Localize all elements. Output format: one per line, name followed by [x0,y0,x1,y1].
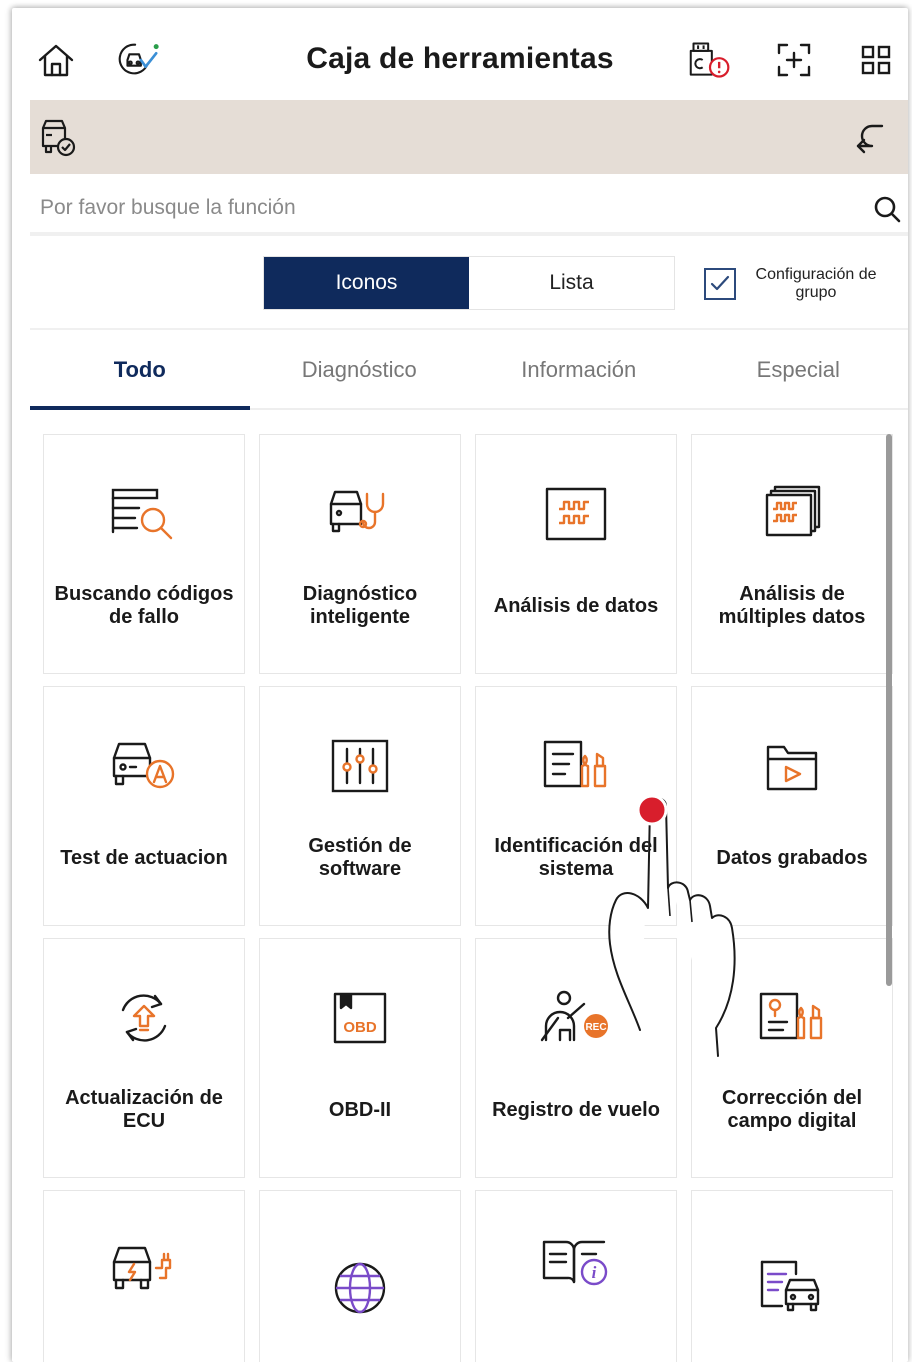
tab-informacion[interactable]: Información [469,332,689,408]
return-icon[interactable] [850,116,894,160]
multi-data-analysis-icon [692,479,892,549]
globe-icon [260,1253,460,1323]
tile-multi-data-analysis[interactable]: Análisis de múltiples datos [691,434,893,674]
usb-warning-icon[interactable] [688,38,732,82]
tab-especial[interactable]: Especial [689,332,909,408]
tile-data-analysis[interactable]: Análisis de datos [475,434,677,674]
tile-software-management[interactable]: Gestión de software [259,686,461,926]
digital-field-correction-icon [692,983,892,1053]
tile-label: OBD-II [328,1098,392,1121]
search-input[interactable] [40,190,840,226]
vehicle-check-icon[interactable] [36,116,80,160]
scrollbar[interactable] [886,434,892,986]
tile-label [268,1319,452,1362]
tile-label: Análisis de datos [493,594,659,617]
ecu-update-icon [44,983,244,1053]
search-icon[interactable] [870,192,904,226]
function-grid: Buscando códigos de fallo Diagnóstico in… [43,434,895,1362]
checkmark-icon [710,275,730,291]
svg-text:OBD: OBD [343,1019,377,1036]
top-bar: Caja de herramientas [12,8,908,100]
tile-label [52,1319,236,1362]
flight-recorder-icon: REC [476,983,676,1053]
data-analysis-icon [476,479,676,549]
tile-vehicle-document[interactable] [691,1190,893,1362]
tab-todo[interactable]: Todo [30,332,250,410]
tile-label: Actualización de ECU [65,1087,223,1132]
tile-flight-recorder[interactable]: REC Registro de vuelo [475,938,677,1178]
actuation-test-icon [44,731,244,801]
divider [30,328,908,330]
tile-smart-diagnosis[interactable]: Diagnóstico inteligente [259,434,461,674]
tile-label: Registro de vuelo [492,1098,660,1121]
tile-label: Buscando códigos de fallo [54,583,234,628]
group-config-checkbox[interactable] [704,268,736,300]
vehicle-bar [30,100,908,174]
tile-fault-codes[interactable]: Buscando códigos de fallo [43,434,245,674]
view-toggle: Iconos Lista [263,256,675,310]
tile-recorded-data[interactable]: Datos grabados [691,686,893,926]
smart-diagnosis-icon [260,479,460,549]
ev-charging-icon [44,1235,244,1305]
view-icons-button[interactable]: Iconos [264,257,469,309]
recorded-data-icon [692,731,892,801]
tile-label: Gestión de software [308,835,412,880]
tile-label [484,1319,668,1362]
app-window: Caja de herramientas Por favor busque la… [12,8,908,1362]
tab-diagnostico[interactable]: Diagnóstico [250,332,470,408]
tile-label: Diagnóstico inteligente [302,583,418,628]
tile-label: Datos grabados [716,846,868,869]
manual-info-icon: i [476,1227,676,1297]
tile-manual-info[interactable]: i [475,1190,677,1362]
tile-label: Identificación del sistema [494,835,658,880]
group-config: Configuración de grupo [704,266,886,302]
tile-label [700,1319,884,1362]
tile-label: Test de actuacion [60,846,228,869]
group-config-label: Configuración de grupo [755,266,877,301]
fault-code-search-icon [44,479,244,549]
apps-grid-icon[interactable] [854,38,898,82]
svg-text:REC: REC [585,1022,606,1033]
tile-ev-charging[interactable] [43,1190,245,1362]
tile-obd-ii[interactable]: OBD OBD-II [259,938,461,1178]
tile-actuation-test[interactable]: Test de actuacion [43,686,245,926]
software-management-icon [260,731,460,801]
tile-label: Análisis de múltiples datos [718,583,866,628]
tile-globe[interactable] [259,1190,461,1362]
system-identification-icon [476,731,676,801]
tile-label: Corrección del campo digital [721,1087,863,1132]
vehicle-document-icon [692,1251,892,1321]
svg-text:i: i [592,1263,597,1282]
search-bar [30,184,908,236]
tile-digital-field-correction[interactable]: Corrección del campo digital [691,938,893,1178]
obd-ii-icon: OBD [260,983,460,1053]
view-list-button[interactable]: Lista [469,257,674,309]
category-tabs: Todo Diagnóstico Información Especial [30,332,908,410]
tile-system-identification[interactable]: Identificación del sistema [475,686,677,926]
screenshot-icon[interactable] [772,38,816,82]
tile-ecu-update[interactable]: Actualización de ECU [43,938,245,1178]
